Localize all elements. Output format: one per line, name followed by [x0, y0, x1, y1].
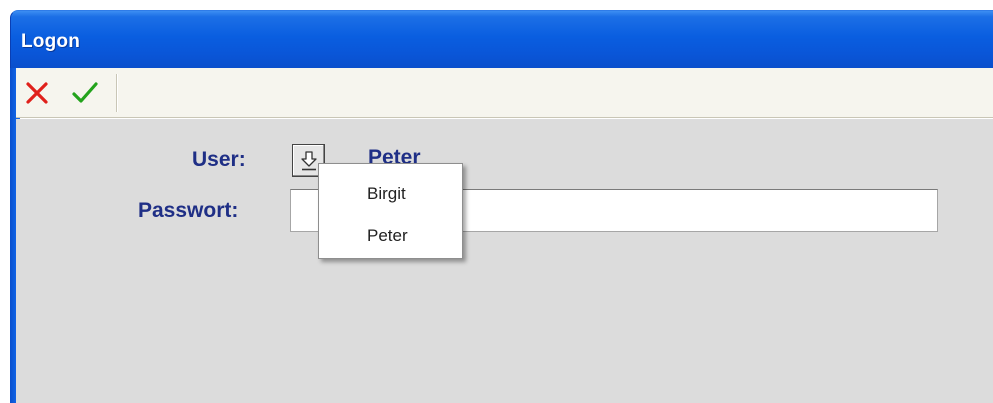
logon-window: Logon User: Peter Passwort: Birgit Peter — [0, 0, 993, 403]
user-option-birgit[interactable]: Birgit — [319, 179, 462, 209]
toolbar-separator — [116, 74, 118, 112]
arrow-down-icon — [300, 150, 317, 170]
user-option-peter[interactable]: Peter — [319, 221, 462, 251]
cancel-button[interactable] — [20, 76, 54, 110]
title-bar[interactable]: Logon — [10, 10, 993, 68]
selected-user-value: Peter — [368, 146, 421, 164]
password-label: Passwort: — [138, 199, 239, 222]
form-area — [16, 119, 993, 403]
ok-button[interactable] — [68, 76, 102, 110]
toolbar — [16, 68, 993, 118]
user-label: User: — [192, 148, 246, 171]
check-icon — [72, 82, 98, 103]
window-title: Logon — [21, 31, 81, 52]
x-icon — [26, 82, 48, 104]
user-dropdown-list: Birgit Peter — [318, 163, 463, 259]
